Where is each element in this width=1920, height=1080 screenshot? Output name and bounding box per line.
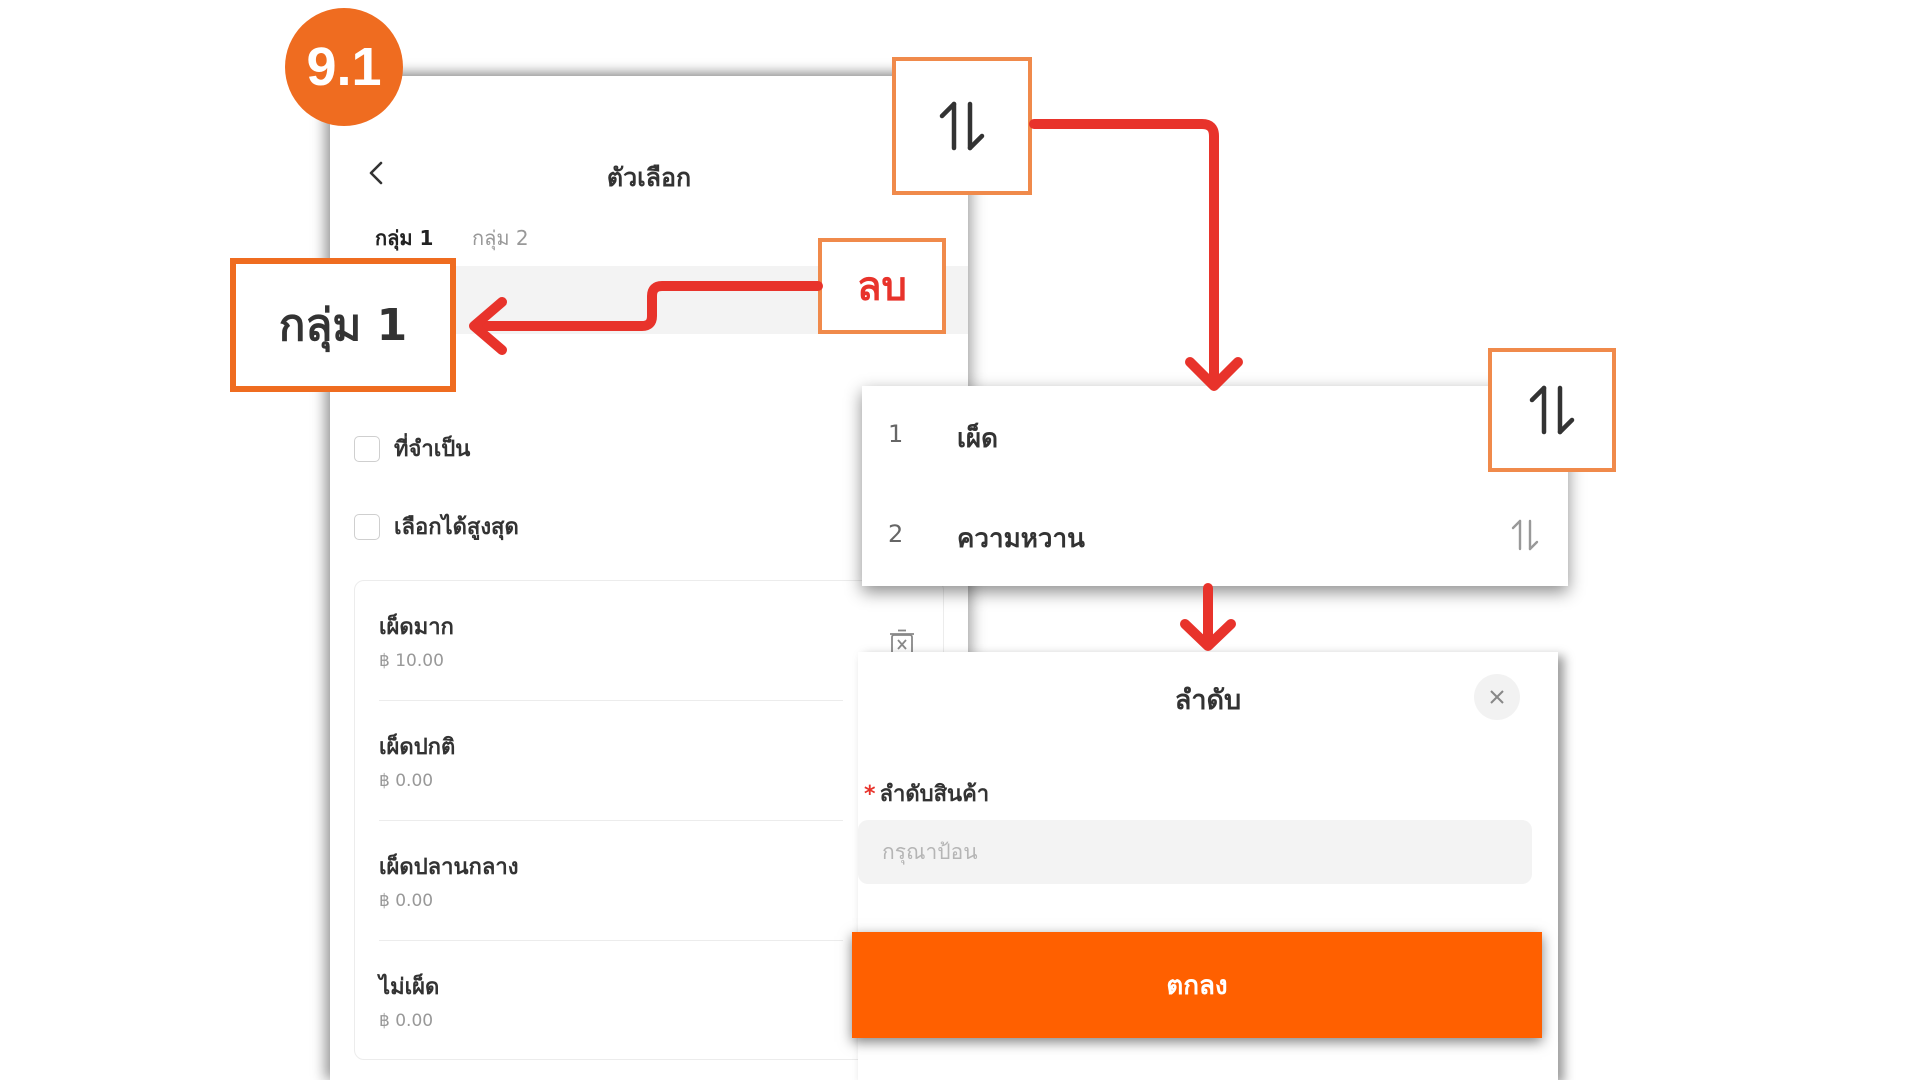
- close-icon: [1490, 690, 1504, 704]
- option-item[interactable]: เผ็ดปกติ ฿ 0.00: [379, 701, 843, 821]
- product-order-label-text: ลำดับสินค้า: [879, 782, 990, 807]
- sort-item-index: 1: [888, 420, 904, 448]
- group-name-callout: กลุ่ม 1: [230, 258, 456, 392]
- option-item-price: ฿ 10.00: [379, 651, 444, 671]
- required-checkbox-row[interactable]: ที่จำเป็น: [354, 431, 470, 466]
- max-select-label: เลือกได้สูงสุด: [394, 515, 519, 540]
- sort-up-down-icon: [939, 101, 985, 151]
- arrowhead-down: [1185, 357, 1243, 391]
- sort-list-item[interactable]: 2 ความหวาน: [862, 486, 1568, 586]
- option-item-name: เผ็ดปลานกลาง: [379, 855, 519, 880]
- option-item-price: ฿ 0.00: [379, 771, 434, 791]
- sort-item-name: เผ็ด: [957, 424, 999, 454]
- confirm-button[interactable]: ตกลง: [852, 932, 1542, 1038]
- sort-callout[interactable]: [1488, 348, 1616, 472]
- option-item[interactable]: ไม่เผ็ด ฿ 0.00: [379, 941, 843, 1061]
- required-mark: *: [864, 782, 876, 807]
- sort-up-down-icon[interactable]: [1508, 518, 1542, 552]
- option-item-price: ฿ 0.00: [379, 891, 434, 911]
- product-order-label: * ลำดับสินค้า: [864, 776, 989, 811]
- max-select-checkbox-row[interactable]: เลือกได้สูงสุด: [354, 509, 519, 544]
- step-badge: 9.1: [285, 8, 403, 126]
- required-checkbox[interactable]: [354, 435, 380, 462]
- sort-callout[interactable]: [892, 57, 1032, 195]
- option-item-name: ไม่เผ็ด: [379, 975, 440, 1000]
- option-item-name: เผ็ดมาก: [379, 615, 454, 640]
- sort-list-item[interactable]: 1 เผ็ด: [862, 386, 1568, 486]
- max-select-checkbox[interactable]: [354, 513, 380, 540]
- arrow-sort-to-list: [1029, 119, 1219, 389]
- option-item-name: เผ็ดปกติ: [379, 735, 456, 760]
- sort-item-index: 2: [888, 520, 904, 548]
- sort-up-down-icon: [1529, 385, 1575, 435]
- option-item-price: ฿ 0.00: [379, 1011, 434, 1031]
- order-dialog: ลำดับ *ลำดับสินค้า ตกลง: [852, 652, 1558, 1080]
- tab-group-2[interactable]: กลุ่ม 2: [472, 222, 529, 254]
- option-item[interactable]: เผ็ดปลานกลาง ฿ 0.00: [379, 821, 843, 941]
- close-button[interactable]: [1474, 674, 1520, 720]
- required-label: ที่จำเป็น: [394, 437, 471, 462]
- product-order-input[interactable]: [858, 820, 1532, 884]
- dialog-title: ลำดับ: [1174, 685, 1242, 716]
- sort-item-name: ความหวาน: [957, 524, 1085, 554]
- option-item[interactable]: เผ็ดมาก ฿ 10.00: [379, 581, 843, 701]
- delete-callout[interactable]: ลบ: [818, 238, 946, 334]
- tab-group-1[interactable]: กลุ่ม 1: [375, 222, 433, 254]
- sort-list-popup: 1 เผ็ด 2 ความหวาน: [862, 386, 1568, 586]
- arrowhead-down: [1180, 619, 1236, 651]
- page-title: ตัวเลือก: [606, 163, 692, 192]
